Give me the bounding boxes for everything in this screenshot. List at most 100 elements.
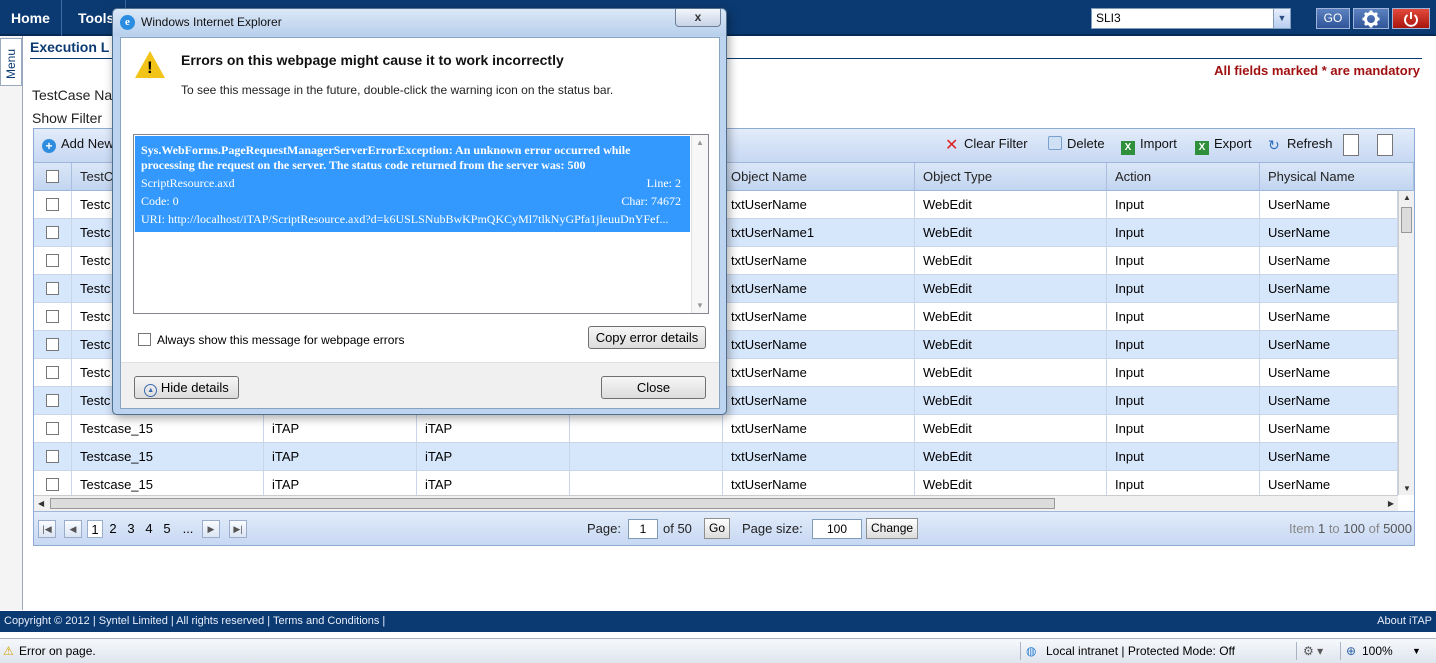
table-cell [570,415,723,443]
delete-button[interactable]: Delete [1048,136,1105,151]
horizontal-scrollbar[interactable]: ◀ ▶ [34,495,1398,511]
column-header-object-type[interactable]: Object Type [915,163,1107,191]
settings-button[interactable] [1353,8,1389,29]
row-checkbox[interactable] [46,254,59,267]
chevron-down-icon[interactable]: ▼ [1273,9,1290,28]
table-cell: Input [1107,191,1260,219]
clear-filter-button[interactable]: ✕ Clear Filter [945,136,1028,154]
warning-icon[interactable]: ⚠ [3,639,14,663]
settings-icon[interactable]: ⚙ ▾ [1303,639,1323,663]
table-cell: WebEdit [915,331,1107,359]
always-show-checkbox[interactable] [138,333,151,346]
table-row[interactable]: Testcase_15 iTAP iTAP txtUserName WebEdit Inp… [34,415,1398,443]
more-pages[interactable]: ... [178,520,198,538]
error-details-box[interactable]: Sys.WebForms.PageRequestManagerServerErr… [133,134,709,314]
row-checkbox[interactable] [46,310,59,323]
dialog-close-button[interactable]: x [675,9,721,27]
row-select-cell [34,331,72,359]
table-cell: UserName [1260,387,1398,415]
table-row[interactable]: Testcase_15 iTAP iTAP txtUserName WebEdit Inp… [34,443,1398,471]
go-button[interactable]: GO [1316,8,1350,29]
column-header-object-name[interactable]: Object Name [723,163,915,191]
table-cell: Input [1107,247,1260,275]
page-number[interactable]: 3 [123,520,139,538]
row-checkbox[interactable] [46,478,59,491]
export-button[interactable]: X Export [1195,136,1252,155]
about-link[interactable]: About iTAP [1377,611,1432,632]
page-number-current[interactable]: 1 [87,520,103,538]
table-cell: Input [1107,359,1260,387]
environment-select[interactable]: SLI3 ▼ [1091,8,1291,29]
hide-details-button[interactable]: ▲ Hide details [134,376,239,399]
select-all-checkbox[interactable] [46,170,59,183]
warning-icon: ! [135,51,165,78]
row-checkbox[interactable] [46,450,59,463]
vertical-scroll-thumb[interactable] [1401,207,1412,233]
menu-tab[interactable]: Menu [0,38,22,86]
excel-icon: X [1195,141,1209,155]
table-cell: WebEdit [915,359,1107,387]
last-page-button[interactable]: ▶| [229,520,247,538]
export-document-icon[interactable] [1343,134,1359,156]
nav-home[interactable]: Home [0,0,62,36]
scroll-up-icon[interactable]: ▲ [1403,193,1411,202]
table-row[interactable]: Testcase_15 iTAP iTAP txtUserName WebEdit Inp… [34,471,1398,495]
close-icon: ✕ [945,137,959,154]
page-count: of 50 [663,521,692,536]
add-new-button[interactable]: + Add New [42,136,114,153]
row-checkbox[interactable] [46,198,59,211]
security-zone[interactable]: Local intranet | Protected Mode: Off [1046,639,1235,663]
import-button[interactable]: X Import [1121,136,1177,155]
row-checkbox[interactable] [46,366,59,379]
checklist-document-icon[interactable] [1377,134,1393,156]
table-cell: UserName [1260,191,1398,219]
environment-select-value: SLI3 [1096,11,1121,25]
prev-page-button[interactable]: ◀ [64,520,82,538]
row-checkbox[interactable] [46,226,59,239]
scroll-up-icon[interactable]: ▲ [696,138,704,147]
table-cell: WebEdit [915,303,1107,331]
first-page-button[interactable]: |◀ [38,520,56,538]
column-header-action[interactable]: Action [1107,163,1260,191]
page-label: Page: [587,521,621,536]
scroll-left-icon[interactable]: ◀ [38,499,44,508]
menu-panel [0,36,23,610]
table-cell: Input [1107,331,1260,359]
browser-status-bar: ⚠ Error on page. ◍ Local intranet | Prot… [0,638,1436,663]
page-size-input[interactable]: 100 [812,519,862,539]
horizontal-scroll-thumb[interactable] [50,498,1055,509]
vertical-scrollbar[interactable]: ▲ ▼ [1398,191,1414,495]
page-input[interactable]: 1 [628,519,658,539]
row-checkbox[interactable] [46,422,59,435]
table-cell: UserName [1260,415,1398,443]
row-checkbox[interactable] [46,282,59,295]
error-box-scrollbar[interactable]: ▲ ▼ [691,135,708,313]
table-cell: txtUserName [723,191,915,219]
row-checkbox[interactable] [46,338,59,351]
scroll-down-icon[interactable]: ▼ [1403,484,1411,493]
zoom-level[interactable]: 100% [1362,639,1393,663]
copy-error-details-button[interactable]: Copy error details [588,326,706,349]
show-filter-link[interactable]: Show Filter [32,110,102,126]
scroll-right-icon[interactable]: ▶ [1388,499,1394,508]
page-number[interactable]: 4 [141,520,157,538]
table-cell: iTAP [417,471,570,495]
scroll-down-icon[interactable]: ▼ [696,301,704,310]
error-on-page[interactable]: Error on page. [19,639,96,663]
dialog-titlebar[interactable]: e Windows Internet Explorer x [113,9,726,36]
logout-button[interactable] [1392,8,1430,29]
dialog-heading: Errors on this webpage might cause it to… [181,52,564,68]
column-header-physical-name[interactable]: Physical Name [1260,163,1414,191]
close-button[interactable]: Close [601,376,706,399]
always-show-label[interactable]: Always show this message for webpage err… [157,333,404,347]
table-cell: Testcase_15 [72,471,264,495]
page-go-button[interactable]: Go [704,518,731,539]
table-cell: UserName [1260,443,1398,471]
next-page-button[interactable]: ▶ [202,520,220,538]
page-number[interactable]: 2 [105,520,121,538]
page-size-change-button[interactable]: Change [866,518,919,539]
chevron-down-icon[interactable]: ▼ [1412,639,1421,663]
page-number[interactable]: 5 [159,520,175,538]
row-checkbox[interactable] [46,394,59,407]
refresh-button[interactable]: ↻ Refresh [1268,136,1333,152]
